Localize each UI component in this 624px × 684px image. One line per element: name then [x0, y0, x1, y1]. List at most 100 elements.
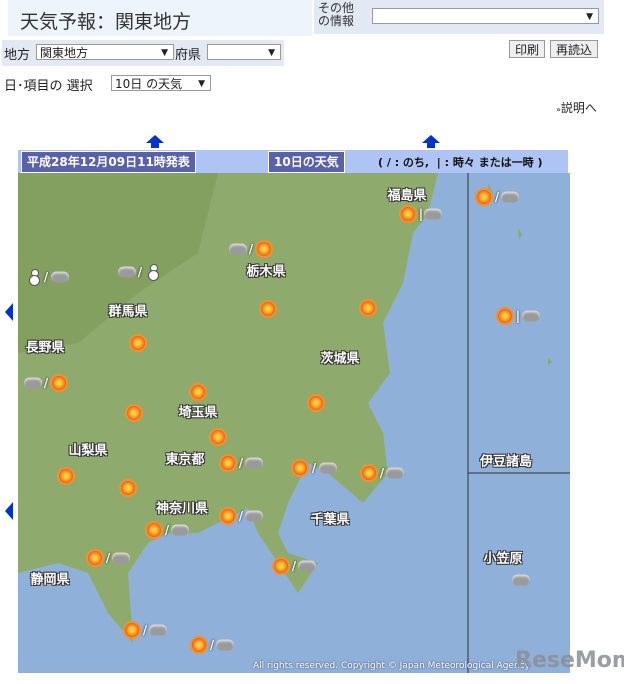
sep-sometimes: |	[418, 207, 424, 221]
sunny-icon	[293, 461, 307, 475]
print-button[interactable]: 印刷	[509, 40, 546, 58]
day-title: 10日の天気	[268, 151, 345, 173]
sunny-icon	[191, 385, 205, 399]
sunny-icon	[477, 190, 491, 204]
issued-time: 平成28年12月09日11時発表	[21, 151, 196, 173]
region-value: 関東地方	[40, 46, 89, 60]
map-background	[18, 173, 570, 673]
day-item-value: 10日 の天気	[115, 77, 183, 91]
label-ogasawara: 小笠原	[483, 551, 523, 567]
cloudy-icon	[229, 243, 247, 255]
weather-map	[18, 173, 570, 673]
sunny-icon	[361, 301, 375, 315]
label-izu: 伊豆諸島	[479, 454, 533, 470]
sunny-icon	[121, 481, 135, 495]
sunny-icon	[221, 456, 235, 470]
cloudy-icon	[51, 271, 69, 283]
sunny-icon	[127, 406, 141, 420]
cloudy-icon	[118, 266, 136, 278]
sunny-icon	[125, 623, 139, 637]
select-label: 日･項目の 選択	[4, 79, 93, 94]
cloudy-icon	[512, 574, 530, 586]
sunny-icon	[498, 309, 512, 323]
reload-button[interactable]: 再読込	[550, 40, 599, 58]
sep-later: /	[379, 466, 385, 480]
pref-label: 府県	[175, 48, 202, 63]
cloudy-icon	[501, 191, 519, 203]
sunny-icon	[211, 430, 225, 444]
label-tochigi: 栃木県	[246, 264, 286, 280]
sunny-icon	[401, 207, 415, 221]
label-saitama: 埼玉県	[178, 405, 218, 421]
other-info-label: その他の情報	[318, 1, 355, 28]
cloudy-icon	[245, 457, 263, 469]
sep-later: /	[137, 265, 143, 279]
sep-later: /	[311, 461, 317, 475]
snow-icon	[29, 269, 40, 286]
snow-icon	[148, 264, 159, 281]
sunny-icon	[309, 396, 323, 410]
cloudy-icon	[149, 624, 167, 636]
cloudy-icon	[245, 510, 263, 522]
scroll-left-arrow-icon[interactable]	[5, 502, 13, 520]
sep-later: /	[238, 509, 244, 523]
chevron-down-icon: ▼	[268, 48, 275, 58]
scroll-left-arrow-icon[interactable]	[5, 303, 13, 321]
label-gunma: 群馬県	[108, 304, 148, 320]
copyright: All rights reserved. Copyright © Japan M…	[253, 661, 530, 671]
scroll-up-arrow-icon[interactable]	[146, 135, 164, 148]
label-fukushima: 福島県	[387, 188, 427, 204]
cloudy-icon	[298, 560, 316, 572]
help-link[interactable]: »説明へ	[556, 99, 597, 116]
label-kanagawa: 神奈川県	[155, 501, 209, 517]
sep-later: /	[142, 623, 148, 637]
sunny-icon	[192, 638, 206, 652]
chevron-down-icon: ▼	[586, 12, 593, 22]
sunny-icon	[274, 559, 288, 573]
sep-later: /	[164, 523, 170, 537]
cloudy-icon	[24, 377, 42, 389]
sep-later: /	[105, 551, 111, 565]
region-label: 地方	[4, 48, 31, 63]
cloudy-icon	[522, 310, 540, 322]
cloudy-icon	[319, 462, 337, 474]
legend-text: ( / : のち, | : 時々 または一時 )	[378, 156, 543, 169]
label-tokyo: 東京都	[165, 452, 205, 468]
sunny-icon	[261, 302, 275, 316]
cloudy-icon	[171, 524, 189, 536]
sunny-icon	[147, 523, 161, 537]
sep-later: /	[494, 190, 500, 204]
label-nagano: 長野県	[25, 340, 65, 356]
day-item-select[interactable]: 10日 の天気 ▼	[111, 75, 211, 91]
sep-later: /	[43, 270, 49, 284]
sunny-icon	[257, 242, 271, 256]
help-link-text: 説明へ	[560, 101, 597, 115]
label-shizuoka: 静岡県	[30, 572, 70, 588]
sep-later: /	[209, 638, 215, 652]
cloudy-icon	[112, 552, 130, 564]
watermark-logo: ReseMom	[515, 648, 624, 673]
sep-later: /	[248, 242, 254, 256]
label-ibaraki: 茨城県	[320, 351, 360, 367]
sep-later: /	[43, 376, 49, 390]
other-info-select[interactable]: ▼	[372, 8, 599, 24]
region-select[interactable]: 関東地方 ▼	[36, 44, 174, 60]
scroll-up-arrow-icon[interactable]	[422, 135, 440, 148]
sep-later: /	[291, 559, 297, 573]
sep-sometimes: |	[515, 309, 521, 323]
sunny-icon	[362, 466, 376, 480]
sunny-icon	[221, 509, 235, 523]
cloudy-icon	[216, 639, 234, 651]
chevron-down-icon: ▼	[198, 79, 205, 89]
label-chiba: 千葉県	[310, 512, 350, 528]
page-title: 天気予報：関東地方	[20, 11, 192, 33]
sunny-icon	[52, 376, 66, 390]
sunny-icon	[88, 551, 102, 565]
sep-later: /	[238, 456, 244, 470]
sunny-icon	[131, 336, 145, 350]
chevron-down-icon: ▼	[161, 48, 168, 58]
sunny-icon	[59, 469, 73, 483]
pref-select[interactable]: ▼	[207, 44, 281, 60]
cloudy-icon	[386, 467, 404, 479]
label-yamanashi: 山梨県	[68, 443, 108, 459]
